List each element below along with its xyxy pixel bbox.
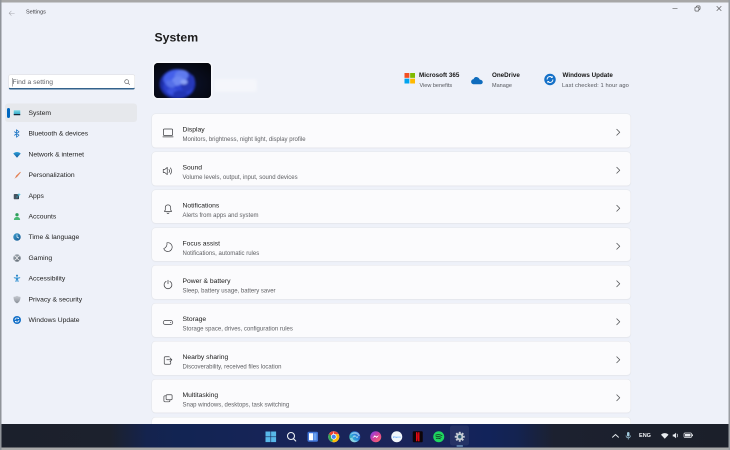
svg-text:Zoom: Zoom — [393, 435, 401, 439]
